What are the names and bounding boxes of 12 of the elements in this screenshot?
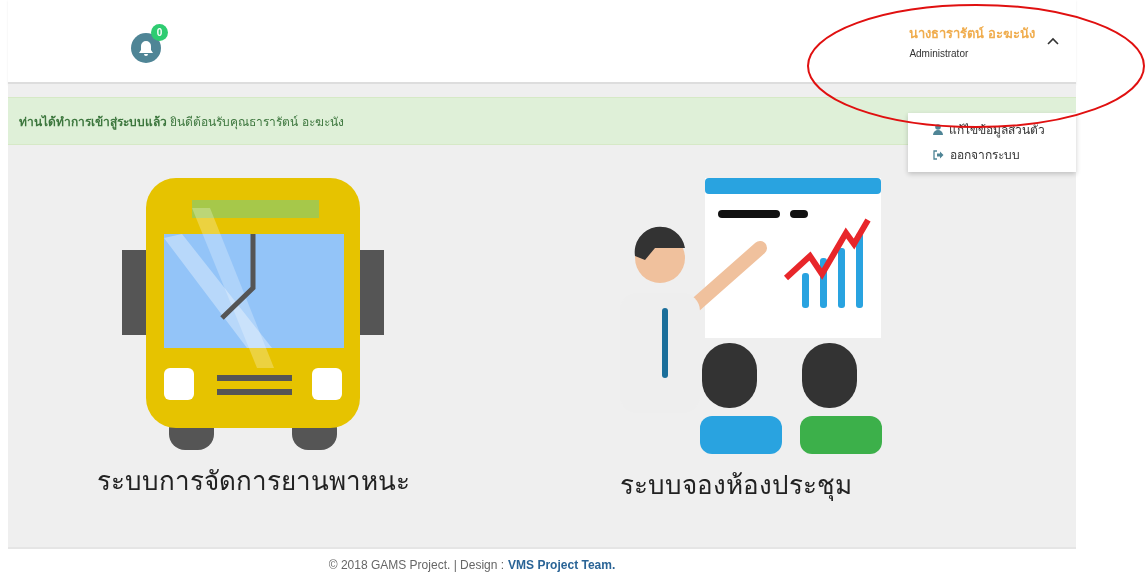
user-icon [933,124,943,135]
module-title[interactable]: ระบบการจัดการยานพาหนะ [96,460,410,501]
menu-item[interactable]: ออกจากระบบ [933,145,1076,164]
copyright-text: © 2018 GAMS Project. | Design : [328,558,505,572]
module-title[interactable]: ระบบจองห้องประชุม [620,464,852,505]
user-menu-toggle[interactable]: นางธารารัตน์ อะฆะนัง Administrator [909,23,1059,59]
bus-drawing[interactable] [122,178,384,450]
sign-out-icon [933,149,944,160]
notification-badge: 0 [151,24,168,41]
design-team-link[interactable]: VMS Project Team. [508,558,616,572]
menu-item[interactable]: แก้ไขข้อมูลส่วนตัว [933,120,1076,139]
alert-message: ท่านได้ทำการเข้าสู่ระบบแล้ว ยินดีต้อนรับคุณธารารัตน์ อะฆะนัง [19,113,344,131]
